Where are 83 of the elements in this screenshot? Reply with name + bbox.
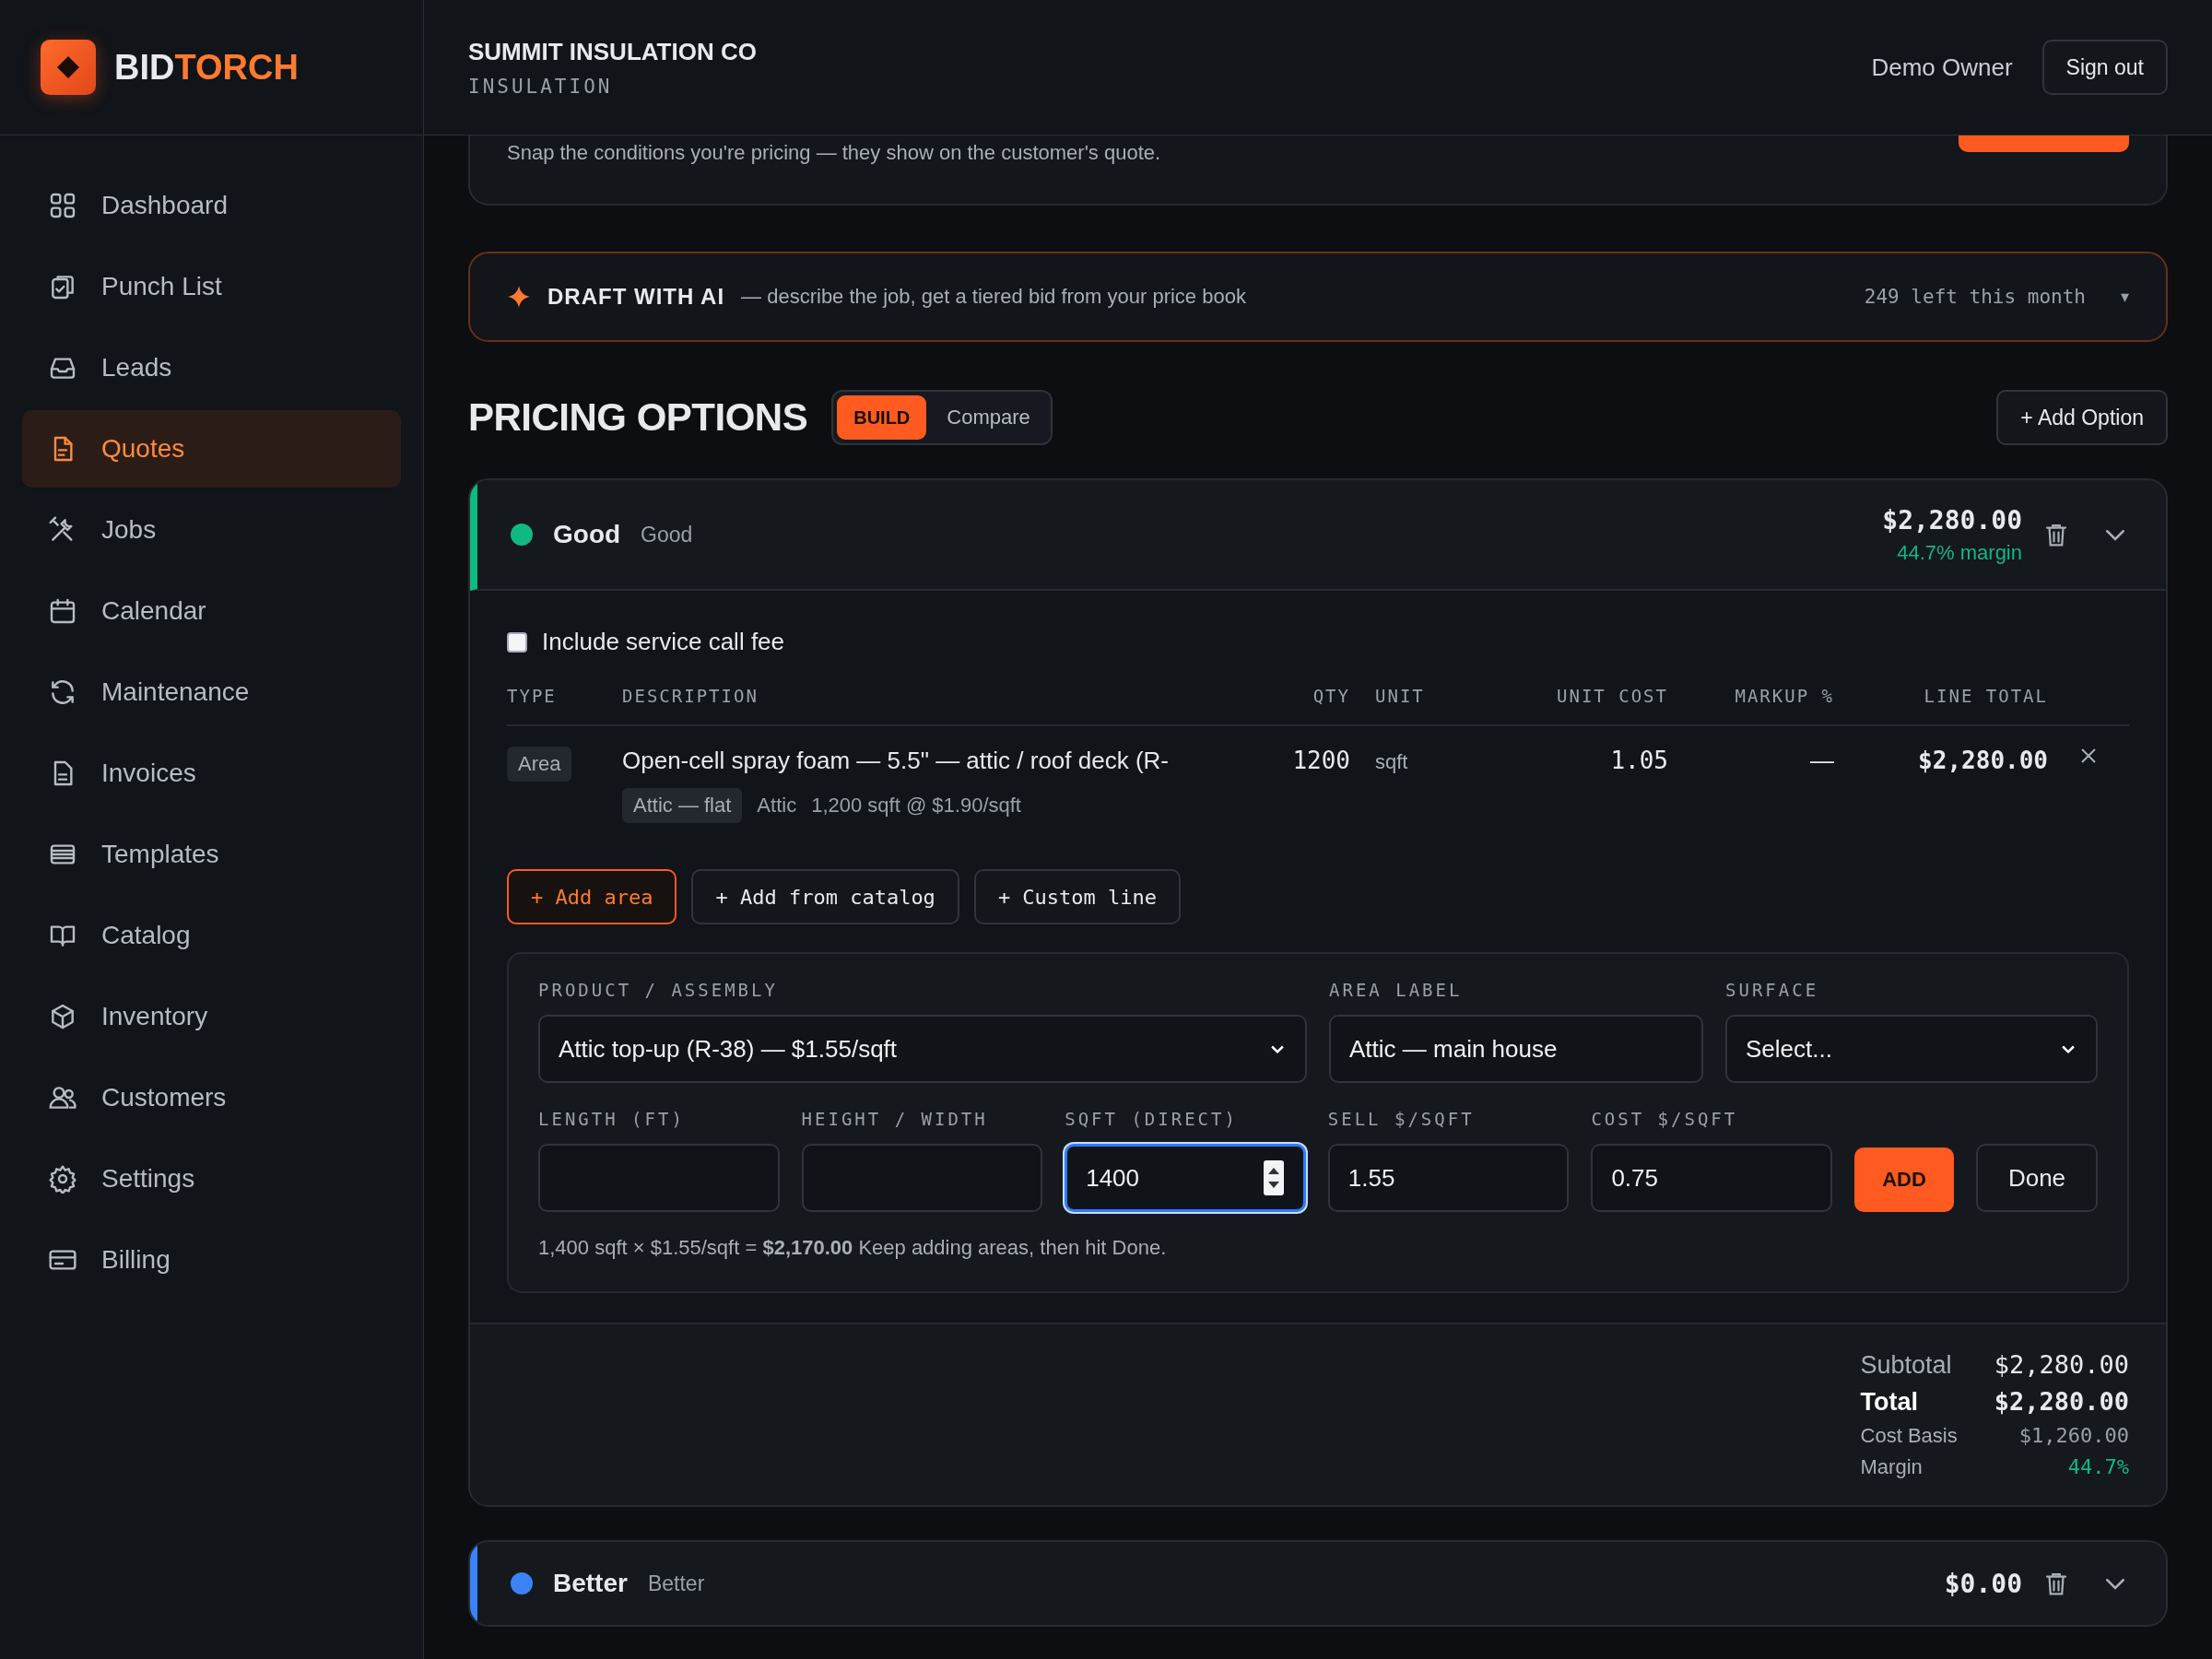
usage-count: 249 left this month [1864, 286, 2086, 308]
company-name: SUMMIT INSULATION CO [468, 37, 757, 66]
sidebar-item[interactable]: Jobs [22, 491, 401, 569]
sidebar-item[interactable]: Punch List [22, 248, 401, 325]
dropdown-toggle[interactable]: ▾ [2121, 287, 2129, 307]
option-name: Good [553, 520, 621, 549]
sidebar-item[interactable]: Customers [22, 1059, 401, 1136]
sidebar-item[interactable]: Dashboard [22, 167, 401, 244]
qty-cell-text: 1200 [1291, 746, 1350, 776]
total-value: $2,280.00 [1994, 1350, 2129, 1379]
total-label: Margin [1860, 1455, 1924, 1479]
type-tag: Area [507, 747, 572, 782]
total-value: $1,260.00 [2018, 1424, 2129, 1447]
markup-cell-text: — [1809, 746, 1834, 776]
option-subtitle: Good [641, 522, 693, 547]
add-line-button[interactable]: + Add area [507, 869, 677, 924]
trade-label: INSULATION [468, 75, 614, 98]
total-value: $2,280.00 [1994, 1387, 2129, 1416]
column-header: QTY [1221, 686, 1350, 726]
sidebar-item[interactable]: Calendar [22, 572, 401, 650]
select-field[interactable]: Attic top-up (R-38) — $1.55/sqft [538, 1015, 1307, 1083]
option-price: $2,280.00 [1882, 504, 2022, 535]
ai-title: DRAFT WITH AI [547, 284, 725, 310]
number-field[interactable]: 1400 [1065, 1144, 1306, 1212]
sidebar-item[interactable]: Leads [22, 329, 401, 406]
column-header: MARKUP % [1668, 686, 1834, 726]
done-button[interactable]: Done [1976, 1144, 2098, 1212]
ai-draft-bar[interactable]: DRAFT WITH AI — describe the job, get a tiered bid from your price book 249 left this month ▾ [468, 252, 2168, 342]
area-name: Attic [757, 794, 797, 818]
option-name: Better [553, 1569, 628, 1598]
unit-cost-cell-text: 1.05 [1609, 746, 1668, 776]
option-subtitle: Better [647, 1571, 705, 1596]
sidebar-item[interactable]: Settings [22, 1140, 401, 1218]
field-label: SELL $/SQFT [1327, 1109, 1476, 1129]
photo-hint: Snap the conditions you're pricing — they show on the customer's quote. [507, 141, 1161, 164]
sidebar-item[interactable]: Catalog [22, 897, 401, 974]
total-label: Total [1860, 1388, 1920, 1417]
total-label: Cost Basis [1860, 1424, 1958, 1448]
calculation-text: 1,400 sqft × $1.55/sqft = $2,170.00 Keep adding areas, then hit Done. [538, 1236, 1168, 1260]
sidebar-item[interactable]: Quotes [22, 410, 401, 488]
margin-text: 44.7% margin [1897, 540, 2022, 565]
column-header: UNIT COST [1461, 686, 1668, 726]
field-label: LENGTH (FT) [538, 1109, 686, 1129]
user-name: Demo Owner [1871, 53, 2013, 82]
select-field[interactable]: Select... [1725, 1015, 2098, 1083]
field-label: PRODUCT / ASSEMBLY [538, 980, 779, 1000]
sidebar-item[interactable]: Maintenance [22, 653, 401, 731]
column-header: LINE TOTAL [1834, 686, 2048, 726]
add-button[interactable]: ADD [1854, 1147, 1954, 1212]
brand-name: BIDTORCH [114, 47, 299, 88]
input-field[interactable]: 1.55 [1327, 1144, 1570, 1212]
add-line-button[interactable]: + Add from catalog [691, 869, 959, 924]
column-header: TYPE [507, 686, 622, 726]
line-description: Open-cell spray foam — 5.5" — attic / roof deck (R- [622, 747, 1170, 775]
mode-tab[interactable]: Compare [930, 395, 1047, 440]
total-value: 44.7% [2066, 1455, 2129, 1478]
add-line-button[interactable]: + Custom line [973, 869, 1182, 924]
sidebar-item[interactable]: Invoices [22, 735, 401, 812]
sidebar-item[interactable]: Billing [22, 1221, 401, 1299]
sidebar-item[interactable]: Templates [22, 816, 401, 893]
sidebar-item[interactable]: Inventory [22, 978, 401, 1055]
column-header: DESCRIPTION [622, 686, 1221, 726]
line-total-cell-text: $2,280.00 [1917, 746, 2048, 776]
column-header: UNIT [1350, 686, 1461, 726]
field-label: HEIGHT / WIDTH [801, 1109, 989, 1129]
checkbox-label: Include service call fee [542, 628, 785, 656]
surface-tag: Attic — flat [622, 788, 743, 823]
mode-tab[interactable]: BUILD [837, 395, 927, 440]
option-price: $0.00 [1944, 1568, 2022, 1599]
sign-out-button[interactable]: Sign out [2041, 40, 2168, 95]
section-title: PRICING OPTIONS [468, 395, 808, 440]
field-label: SURFACE [1725, 980, 1820, 1000]
ai-description: — describe the job, get a tiered bid from your price book [741, 285, 1247, 309]
input-field[interactable]: 0.75 [1591, 1144, 1832, 1212]
add-option-button[interactable]: + Add Option [1996, 390, 2168, 445]
measure-text: 1,200 sqft @ $1.90/sqft [811, 794, 1021, 818]
option-header[interactable]: Better Better $0.00 [470, 1542, 2166, 1625]
input-field[interactable]: Attic — main house [1329, 1015, 1703, 1083]
field-label: COST $/SQFT [1591, 1109, 1739, 1129]
field-label: SQFT (DIRECT) [1065, 1109, 1239, 1129]
field-label: AREA LABEL [1329, 980, 1464, 1000]
total-label: Subtotal [1860, 1351, 1953, 1380]
unit-cell: sqft [1375, 750, 1408, 773]
